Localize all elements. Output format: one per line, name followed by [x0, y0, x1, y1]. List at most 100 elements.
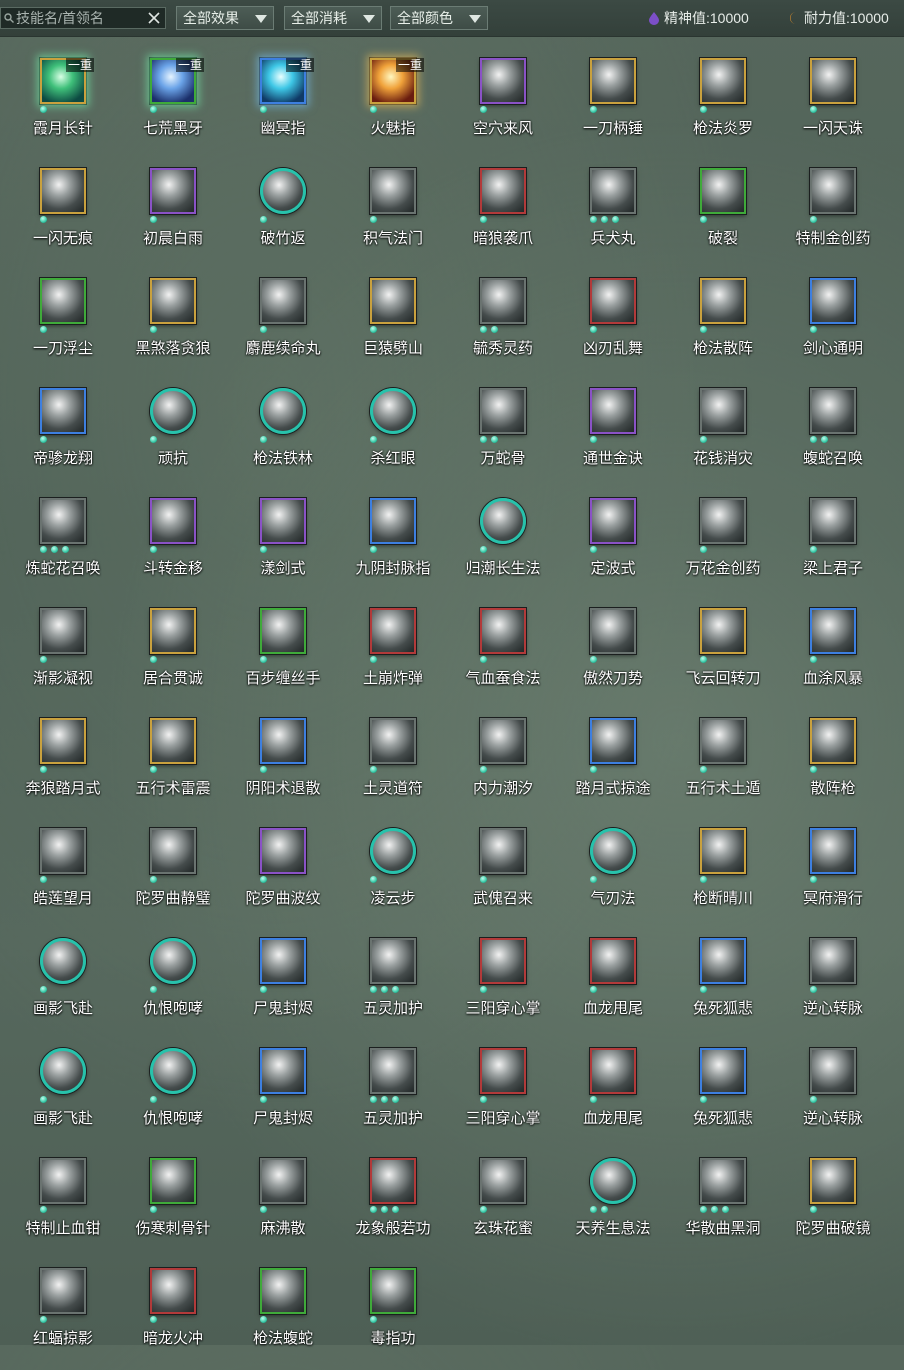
skill-tile[interactable]: 三阳穿心掌 [448, 930, 558, 1040]
skill-tile[interactable]: 空穴来风 [448, 50, 558, 160]
skill-icon[interactable] [810, 278, 856, 324]
skill-icon[interactable] [480, 828, 526, 874]
skill-tile[interactable]: 枪法炎罗 [668, 50, 778, 160]
skill-icon[interactable] [150, 828, 196, 874]
search-box[interactable] [0, 7, 166, 29]
skill-icon[interactable] [700, 938, 746, 984]
skill-icon[interactable] [480, 718, 526, 764]
skill-icon[interactable] [700, 168, 746, 214]
skill-icon[interactable] [260, 1268, 306, 1314]
skill-icon[interactable] [590, 828, 636, 874]
skill-icon[interactable] [370, 718, 416, 764]
skill-icon[interactable] [590, 608, 636, 654]
skill-tile[interactable]: 剑心通明 [778, 270, 888, 380]
skill-icon[interactable] [590, 718, 636, 764]
skill-icon[interactable] [370, 388, 416, 434]
skill-icon[interactable] [150, 168, 196, 214]
skill-tile[interactable]: 斗转金移 [118, 490, 228, 600]
skill-icon[interactable] [40, 1158, 86, 1204]
skill-tile[interactable]: 武傀召来 [448, 820, 558, 930]
skill-tile[interactable]: 仇恨咆哮 [118, 1040, 228, 1150]
skill-icon[interactable] [700, 278, 746, 324]
skill-tile[interactable]: 枪断晴川 [668, 820, 778, 930]
skill-icon[interactable] [370, 938, 416, 984]
skill-tile[interactable]: 陀罗曲静璧 [118, 820, 228, 930]
skill-tile[interactable]: 逆心转脉 [778, 930, 888, 1040]
skill-tile[interactable]: 飞云回转刀 [668, 600, 778, 710]
skill-tile[interactable]: 土崩炸弹 [338, 600, 448, 710]
skill-icon[interactable] [40, 828, 86, 874]
skill-icon[interactable] [480, 388, 526, 434]
skill-tile[interactable]: 画影飞赴 [8, 1040, 118, 1150]
skill-icon[interactable] [810, 718, 856, 764]
skill-icon[interactable] [150, 1158, 196, 1204]
skill-icon[interactable] [260, 938, 306, 984]
skill-tile[interactable]: 暗龙火冲 [118, 1260, 228, 1370]
skill-icon[interactable] [150, 1048, 196, 1094]
skill-tile[interactable]: 散阵枪 [778, 710, 888, 820]
skill-tile[interactable]: 冥府滑行 [778, 820, 888, 930]
skill-icon[interactable] [370, 608, 416, 654]
skill-tile[interactable]: 枪法散阵 [668, 270, 778, 380]
skill-tile[interactable]: 定波式 [558, 490, 668, 600]
color-filter-dropdown[interactable]: 全部颜色 [390, 6, 488, 30]
skill-tile[interactable]: 巨猿劈山 [338, 270, 448, 380]
skill-tile[interactable]: 黑煞落贪狼 [118, 270, 228, 380]
skill-icon[interactable] [700, 718, 746, 764]
skill-icon[interactable] [810, 498, 856, 544]
skill-tile[interactable]: 血涂风暴 [778, 600, 888, 710]
skill-tile[interactable]: 九阴封脉指 [338, 490, 448, 600]
skill-icon[interactable] [590, 1158, 636, 1204]
skill-tile[interactable]: 兔死狐悲 [668, 1040, 778, 1150]
skill-icon[interactable] [700, 1048, 746, 1094]
effect-filter-dropdown[interactable]: 全部效果 [176, 6, 274, 30]
skill-icon[interactable] [260, 1048, 306, 1094]
skill-tile[interactable]: 血龙甩尾 [558, 1040, 668, 1150]
skill-icon[interactable] [40, 1268, 86, 1314]
skill-icon[interactable] [810, 938, 856, 984]
skill-tile[interactable]: 万花金创药 [668, 490, 778, 600]
skill-icon[interactable] [260, 498, 306, 544]
skill-icon[interactable] [370, 168, 416, 214]
skill-tile[interactable]: 内力潮汐 [448, 710, 558, 820]
skill-icon[interactable] [260, 828, 306, 874]
skill-icon[interactable] [700, 608, 746, 654]
skill-tile[interactable]: 五行术雷震 [118, 710, 228, 820]
skill-icon[interactable] [40, 168, 86, 214]
skill-icon[interactable] [150, 498, 196, 544]
skill-tile[interactable]: 奔狼踏月式 [8, 710, 118, 820]
skill-icon[interactable] [40, 1048, 86, 1094]
skill-tile[interactable]: 傲然刀势 [558, 600, 668, 710]
skill-tile[interactable]: 兔死狐悲 [668, 930, 778, 1040]
skill-icon[interactable] [260, 168, 306, 214]
skill-icon[interactable] [40, 938, 86, 984]
skill-tile[interactable]: 天养生息法 [558, 1150, 668, 1260]
skill-icon[interactable] [260, 718, 306, 764]
skill-icon[interactable] [480, 278, 526, 324]
skill-tile[interactable]: 玄珠花蜜 [448, 1150, 558, 1260]
skill-icon[interactable] [370, 828, 416, 874]
skill-icon[interactable] [480, 938, 526, 984]
skill-tile[interactable]: 一重 火魅指 [338, 50, 448, 160]
skill-icon[interactable] [700, 828, 746, 874]
skill-tile[interactable]: 破竹返 [228, 160, 338, 270]
skill-icon[interactable] [810, 168, 856, 214]
skill-icon[interactable] [150, 1268, 196, 1314]
skill-tile[interactable]: 土灵道符 [338, 710, 448, 820]
skill-icon[interactable] [370, 1048, 416, 1094]
skill-tile[interactable]: 特制金创药 [778, 160, 888, 270]
skill-tile[interactable]: 顽抗 [118, 380, 228, 490]
skill-icon[interactable] [590, 498, 636, 544]
skill-icon[interactable] [480, 58, 526, 104]
skill-icon[interactable] [810, 608, 856, 654]
skill-icon[interactable] [40, 388, 86, 434]
skill-icon[interactable] [700, 498, 746, 544]
skill-icon[interactable] [370, 278, 416, 324]
skill-tile[interactable]: 一刀浮尘 [8, 270, 118, 380]
skill-tile[interactable]: 兵犬丸 [558, 160, 668, 270]
skill-tile[interactable]: 毓秀灵药 [448, 270, 558, 380]
skill-tile[interactable]: 一闪天诛 [778, 50, 888, 160]
skill-tile[interactable]: 华散曲黑洞 [668, 1150, 778, 1260]
skill-icon[interactable] [150, 718, 196, 764]
skill-icon[interactable] [150, 608, 196, 654]
